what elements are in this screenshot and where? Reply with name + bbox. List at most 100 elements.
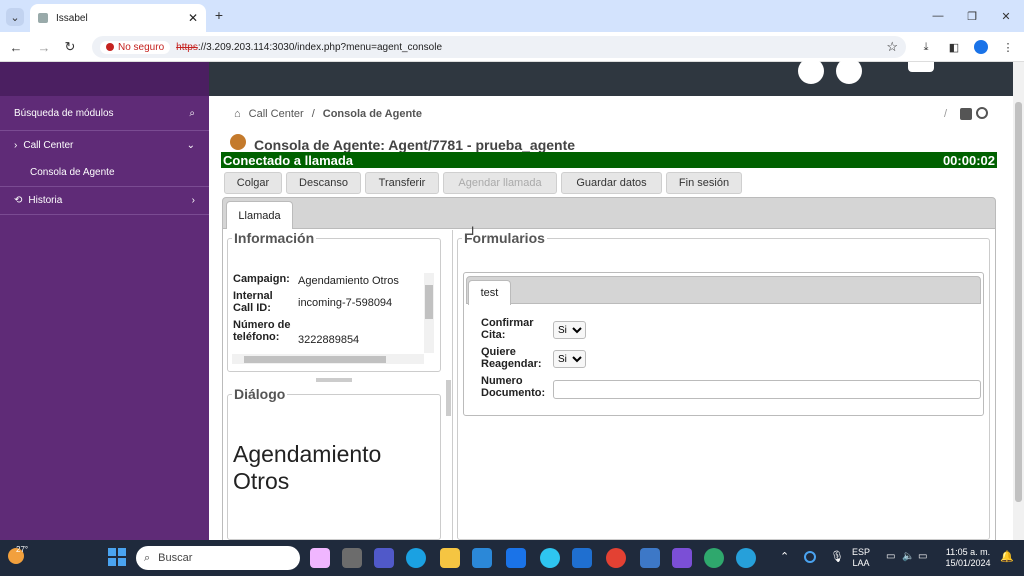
- sidebar-item-historia[interactable]: ⟲ Historia ›: [0, 191, 209, 209]
- divider: [452, 230, 453, 540]
- new-tab-icon[interactable]: +: [212, 7, 226, 23]
- defender-icon[interactable]: [572, 548, 592, 568]
- home-icon[interactable]: ⌂: [234, 108, 241, 120]
- splitter-handle[interactable]: [316, 378, 352, 382]
- dialogo-legend: Diálogo: [232, 386, 288, 402]
- guardar-datos-button[interactable]: Guardar datos: [561, 172, 662, 194]
- info-vscroll-thumb[interactable]: [425, 285, 433, 319]
- agendar-llamada-button[interactable]: Agendar llamada: [443, 172, 557, 194]
- sync-icon[interactable]: [804, 551, 816, 563]
- caret-right-icon: ›: [14, 139, 18, 151]
- tab-llamada[interactable]: Llamada: [226, 201, 293, 230]
- mail-icon[interactable]: [506, 548, 526, 568]
- favicon-icon: [38, 13, 48, 23]
- divider: [0, 130, 209, 131]
- formularios-legend: Formularios: [462, 230, 547, 246]
- bookmark-star-icon[interactable]: ☆: [886, 39, 898, 55]
- windows-start-icon[interactable]: [108, 548, 126, 566]
- scrollbar-thumb[interactable]: [1015, 102, 1022, 502]
- chevron-up-icon[interactable]: ⌃: [780, 550, 789, 563]
- descanso-button[interactable]: Descanso: [286, 172, 361, 194]
- reload-icon[interactable]: ↻: [62, 39, 78, 55]
- tab-test[interactable]: test: [468, 280, 511, 305]
- colgar-button[interactable]: Colgar: [224, 172, 282, 194]
- download-icon[interactable]: ⤓: [918, 39, 934, 55]
- user-menu[interactable]: [908, 62, 934, 72]
- campaign-label: Campaign:: [233, 273, 290, 285]
- forward-icon[interactable]: →: [36, 39, 52, 55]
- splitter-handle[interactable]: [446, 380, 451, 416]
- back-icon[interactable]: ←: [8, 39, 24, 55]
- address-bar[interactable]: No seguro https://3.209.203.114:3030/ind…: [92, 36, 906, 58]
- network-icon[interactable]: ▭: [886, 551, 895, 562]
- module-search-label: Búsqueda de módulos: [14, 107, 114, 119]
- task-view-icon[interactable]: [342, 548, 362, 568]
- campaign-value: Agendamiento Otros: [298, 275, 399, 287]
- battery-icon[interactable]: ▭: [918, 551, 927, 562]
- volume-icon[interactable]: 🔈: [902, 551, 914, 562]
- call-id-value: incoming-7-598094: [298, 297, 393, 309]
- close-tab-icon[interactable]: ✕: [188, 11, 198, 25]
- url-rest: ://3.209.203.114:3030/index.php?menu=age…: [197, 41, 443, 53]
- tab-panel-header: [222, 197, 996, 229]
- sidebar-item-call-center[interactable]: › Call Center ⌄: [0, 136, 209, 154]
- reagendar-select[interactable]: Si: [553, 350, 586, 368]
- mic-icon[interactable]: 🎙: [830, 550, 844, 563]
- divider: [0, 186, 209, 187]
- text-cursor-icon: I: [471, 224, 475, 238]
- telefono-label: Número de teléfono:: [233, 319, 291, 343]
- widgets-icon[interactable]: [310, 548, 330, 568]
- file-explorer-icon[interactable]: [440, 548, 460, 568]
- taskbar-search[interactable]: ⌕ Buscar: [136, 546, 300, 570]
- tab-search-icon[interactable]: ⌄: [6, 8, 24, 26]
- chevron-right-icon: ›: [191, 194, 195, 206]
- dialogo-text: Agendamiento Otros: [233, 441, 382, 494]
- agent-avatar-icon: [230, 134, 246, 150]
- breadcrumb-item[interactable]: Call Center: [249, 108, 304, 120]
- app-icon[interactable]: [704, 548, 724, 568]
- search-icon: ⌕: [144, 551, 151, 564]
- menu-icon[interactable]: ⋮: [1000, 39, 1016, 55]
- sidebar-item-consola[interactable]: Consola de Agente: [0, 163, 209, 181]
- keyboard-layout: LAA: [852, 558, 870, 568]
- browser-tab[interactable]: Issabel ✕: [30, 4, 206, 32]
- history-icon: ⟲: [14, 194, 23, 206]
- close-window-icon[interactable]: ✕: [998, 8, 1014, 24]
- search-icon[interactable]: ⌕: [189, 108, 195, 119]
- security-label: No seguro: [118, 41, 165, 53]
- fin-sesion-button[interactable]: Fin sesión: [666, 172, 742, 194]
- module-search[interactable]: Búsqueda de módulos ⌕: [0, 104, 209, 122]
- breadcrumb: ⌂ Call Center / Consola de Agente: [234, 108, 422, 120]
- globe-icon[interactable]: [976, 107, 988, 119]
- store-icon[interactable]: [472, 548, 492, 568]
- note-icon[interactable]: [960, 108, 972, 120]
- teams-icon[interactable]: [374, 548, 394, 568]
- profile-avatar[interactable]: [974, 40, 988, 54]
- breadcrumb-current: Consola de Agente: [322, 108, 422, 120]
- clock[interactable]: 11:05 a. m. 15/01/2024: [940, 547, 996, 569]
- app-icon[interactable]: [672, 548, 692, 568]
- sidepanel-icon[interactable]: ◧: [946, 39, 962, 55]
- chrome-icon[interactable]: [606, 548, 626, 568]
- numero-documento-input[interactable]: [553, 380, 981, 399]
- notification-bell-icon[interactable]: 🔔: [1000, 550, 1014, 563]
- edge-icon[interactable]: [406, 548, 426, 568]
- transferir-button[interactable]: Transferir: [365, 172, 439, 194]
- restore-icon[interactable]: ❐: [964, 8, 980, 24]
- security-chip[interactable]: No seguro: [100, 40, 171, 54]
- app-icon[interactable]: [640, 548, 660, 568]
- url-scheme: https: [176, 41, 198, 53]
- sidebar: [0, 62, 209, 540]
- informacion-legend: Información: [232, 230, 317, 246]
- app-icon[interactable]: [540, 548, 560, 568]
- info-hscroll-thumb[interactable]: [244, 356, 386, 363]
- bell-icon[interactable]: [836, 58, 862, 84]
- info-icon[interactable]: [798, 58, 824, 84]
- sidebar-item-label: Historia: [28, 194, 63, 206]
- confirmar-cita-select[interactable]: Si: [553, 321, 586, 339]
- sidebar-logo-area: [0, 62, 209, 96]
- breadcrumb-separator: /: [944, 108, 948, 120]
- minimize-icon[interactable]: —: [930, 8, 946, 24]
- language-indicator[interactable]: ESP LAA: [852, 547, 870, 569]
- app-icon[interactable]: [736, 548, 756, 568]
